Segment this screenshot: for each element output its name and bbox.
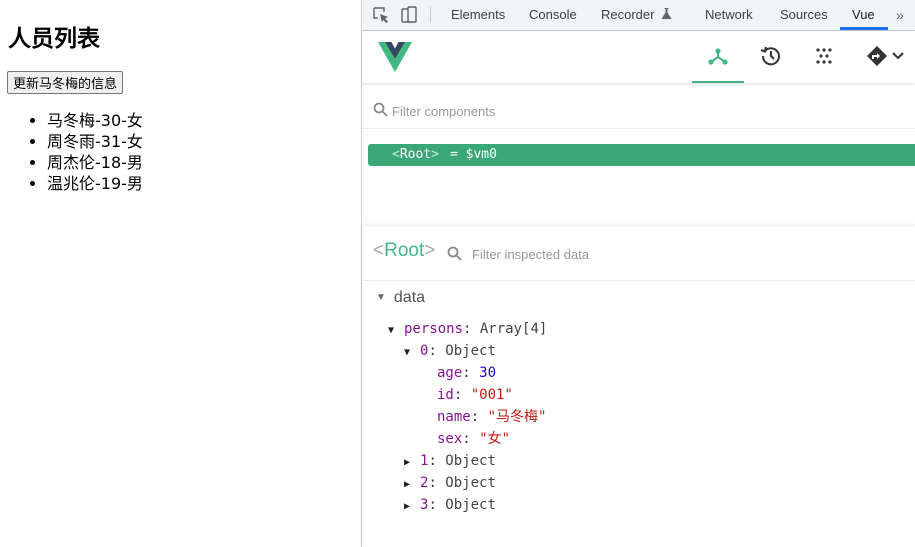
component-filter-row [362,92,915,129]
data-key: sex [437,431,463,447]
root-vm-ref: = $vm0 [450,147,497,162]
inspector-header: <Root> [362,226,915,281]
devtools-tab-bar: Elements Console Recorder Network Source… [362,0,915,31]
tab-recorder-label: Recorder [601,7,655,22]
vuex-icon [816,48,832,64]
data-row-name[interactable]: name: "马冬梅" [437,406,546,428]
data-value: "001" [470,387,513,403]
vuex-tab-button[interactable] [798,31,850,83]
page-title: 人员列表 [8,26,100,52]
data-value: "马冬梅" [487,409,547,425]
caret-down-icon: ▼ [404,347,411,358]
more-tabs-icon[interactable]: » [896,7,904,23]
caret-right-icon: ▶ [404,501,411,512]
device-toolbar-icon[interactable] [400,6,418,24]
data-key: id [437,387,454,403]
caret-down-icon: ▼ [388,325,395,336]
vue-logo-icon [378,42,412,72]
router-icon [867,46,887,66]
data-row-item-1[interactable]: ▶ 1: Object [404,450,496,472]
data-value: "女" [479,431,511,447]
caret-right-icon: ▶ [404,457,411,468]
devtools-panel: Elements Console Recorder Network Source… [362,0,915,547]
router-tab-button[interactable] [851,31,915,83]
list-item: 周杰伦-18-男 [47,152,143,173]
root-component-tag: <Root> [392,147,439,162]
data-row-item-3[interactable]: ▶ 3: Object [404,494,496,516]
person-list: 马冬梅-30-女 周冬雨-31-女 周杰伦-18-男 温兆伦-19-男 [0,110,143,194]
data-section-toggle[interactable]: ▼ data [376,289,425,307]
tab-sources[interactable]: Sources [780,0,828,30]
data-key: name [437,409,471,425]
vue-devtools-toolbar [362,31,915,83]
active-tab-indicator [840,27,888,30]
data-row-item-2[interactable]: ▶ 2: Object [404,472,496,494]
filter-inspected-data-input[interactable] [470,243,774,265]
caret-down-icon: ▼ [376,292,386,303]
list-item: 马冬梅-30-女 [47,110,143,131]
data-value: Object [445,453,496,469]
timeline-tab-button[interactable] [745,31,797,83]
data-value: 30 [479,365,497,381]
tab-network[interactable]: Network [705,0,753,30]
data-row-item-0[interactable]: ▼ 0: Object [404,340,496,362]
data-row-persons[interactable]: ▼ persons: Array[4] [388,318,547,340]
data-value: Object [445,343,496,359]
components-tab-button[interactable] [692,31,744,83]
tab-elements[interactable]: Elements [451,0,505,30]
data-value: Array[4] [479,321,548,337]
tab-console[interactable]: Console [529,0,577,30]
app-pane: 人员列表 更新马冬梅的信息 马冬梅-30-女 周冬雨-31-女 周杰伦-18-男… [0,0,361,547]
component-tree-root[interactable]: <Root> = $vm0 [368,144,915,166]
tab-vue[interactable]: Vue [852,0,875,30]
data-value: Object [445,497,496,513]
data-row-id[interactable]: id: "001" [437,384,513,406]
section-label: data [393,289,426,306]
inspector-title: <Root> [373,240,436,261]
flask-icon [661,8,672,19]
caret-right-icon: ▶ [404,479,411,490]
data-key: persons [404,321,464,337]
search-icon [373,102,388,117]
toolbar-divider [430,7,431,23]
data-row-sex[interactable]: sex: "女" [437,428,510,450]
inspect-element-icon[interactable] [372,6,390,24]
data-key: age [437,365,463,381]
chevron-down-icon [892,52,904,60]
component-inspector: <Root> ▼data ▼persons: Array[4] ▼0: Obje… [362,226,915,547]
update-person-button[interactable]: 更新马冬梅的信息 [7,71,124,94]
filter-components-input[interactable] [390,100,694,122]
components-icon [708,48,728,65]
data-value: Object [445,475,496,491]
tab-recorder[interactable]: Recorder [601,0,672,30]
search-icon [447,246,462,261]
data-row-age[interactable]: age: 30 [437,362,496,384]
history-icon [760,46,780,66]
list-item: 周冬雨-31-女 [47,131,143,152]
list-item: 温兆伦-19-男 [47,173,143,194]
